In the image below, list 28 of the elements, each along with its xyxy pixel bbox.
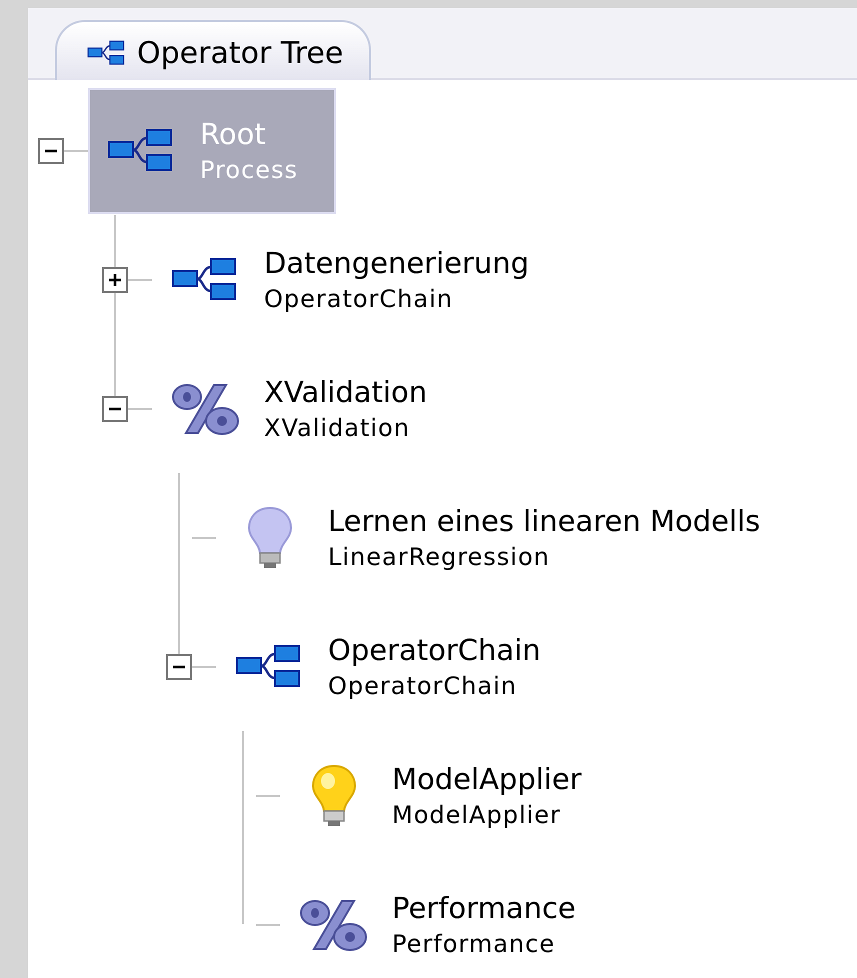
tree-node[interactable]: Datengenerierung OperatorChain [152,216,568,342]
node-type: Process [200,154,298,186]
tree-node[interactable]: Performance Performance [280,862,614,978]
node-name: Root [200,116,267,152]
node-type: LinearRegression [328,542,551,572]
operator-tree-tab[interactable]: Operator Tree [55,20,372,80]
node-type: XValidation [264,412,411,444]
collapse-toggle[interactable] [166,654,192,680]
expand-toggle[interactable] [102,266,128,292]
node-name: ModelApplier [392,760,582,798]
light-bulb-icon [310,762,358,828]
tree-node[interactable]: OperatorChain OperatorChain [216,604,579,730]
node-name: OperatorChain [328,632,541,668]
node-type: OperatorChain [328,670,518,702]
node-name: Performance [392,890,576,926]
node-name: Lernen eines linearen Modells [328,502,760,540]
node-name: Datengenerierung [264,244,530,282]
node-type: ModelApplier [392,800,562,830]
hierarchy-icon [87,39,127,67]
collapse-toggle[interactable] [102,396,128,422]
collapse-toggle[interactable] [38,138,64,164]
tree-node[interactable]: ModelApplier ModelApplier [280,732,620,858]
tree-node[interactable]: XValidation XValidation [152,346,466,472]
tree-node[interactable]: Lernen eines linearen Modells LinearRegression [216,474,798,600]
light-bulb-icon [246,504,294,570]
node-type: OperatorChain [264,284,454,314]
node-type: Performance [392,928,556,960]
node-name: XValidation [264,374,428,410]
